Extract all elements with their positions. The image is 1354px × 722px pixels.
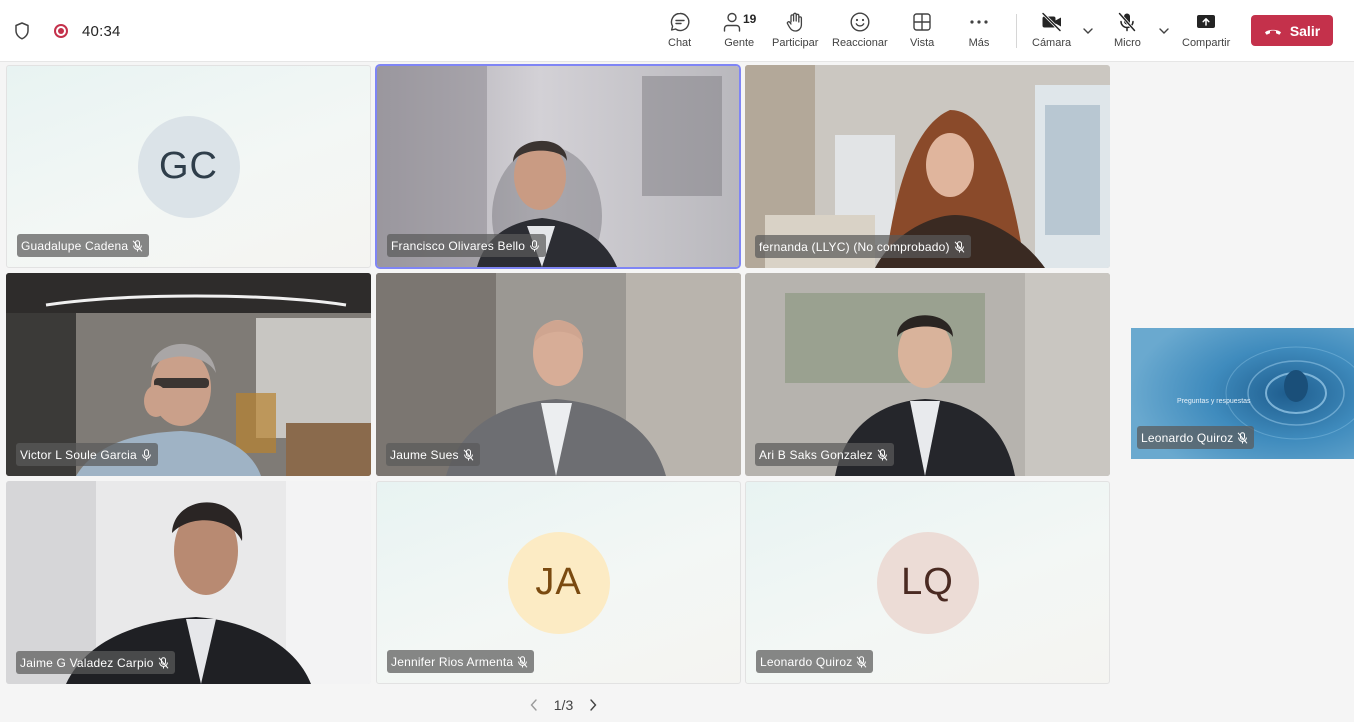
- muted-mic-icon: [463, 448, 474, 461]
- participant-name-tag: fernanda (LLYC) (No comprobado): [755, 235, 971, 258]
- participant-name-tag: Jennifer Rios Armenta: [387, 650, 535, 673]
- muted-mic-icon: [1238, 431, 1248, 444]
- participant-tile-jaime-g-valadez-carpio[interactable]: Jaime G Valadez Carpio: [6, 481, 371, 684]
- mic-off-icon: [1116, 10, 1138, 34]
- avatar: GC: [137, 115, 240, 218]
- page-indicator: 1/3: [553, 697, 574, 713]
- slide-title: Preguntas y respuestas: [1177, 398, 1251, 405]
- camera-options-chevron-icon[interactable]: [1082, 24, 1094, 42]
- participant-name-tag: Ari B Saks Gonzalez: [755, 443, 894, 466]
- participant-name-tag: Victor L Soule Garcia: [16, 443, 158, 466]
- participant-tile-ari-b-saks-gonzalez[interactable]: Ari B Saks Gonzalez: [745, 273, 1110, 476]
- participant-tile-jaume-sues[interactable]: Jaume Sues: [376, 273, 741, 476]
- hang-up-icon: [1264, 29, 1281, 35]
- presenter-name-tag: Leonardo Quiroz: [1137, 426, 1255, 449]
- shared-content-stage[interactable]: Preguntas y respuestas Leonardo Quiroz: [1131, 328, 1354, 459]
- next-page-chevron-icon[interactable]: [581, 693, 605, 717]
- gallery-pager: 1/3: [0, 688, 1127, 722]
- people-button[interactable]: 19 Gente: [722, 10, 756, 49]
- muted-mic-icon: [857, 655, 867, 668]
- participant-name-tag: Francisco Olivares Bello: [387, 234, 547, 257]
- muted-mic-icon: [517, 655, 528, 668]
- participant-name-tag: Jaime G Valadez Carpio: [16, 651, 175, 674]
- chat-button[interactable]: Chat: [668, 10, 691, 49]
- previous-page-chevron-icon[interactable]: [522, 693, 546, 717]
- camera-off-icon: [1040, 10, 1064, 34]
- more-icon: [968, 10, 990, 34]
- muted-mic-icon: [158, 656, 168, 669]
- leave-button[interactable]: Salir: [1251, 15, 1333, 46]
- view-button[interactable]: Vista: [910, 10, 934, 49]
- meeting-status: 40:34: [12, 0, 121, 62]
- participant-tile-jennifer-rios-armenta[interactable]: JA Jennifer Rios Armenta: [376, 481, 741, 684]
- participant-tile-leonardo-quiroz[interactable]: LQ Leonardo Quiroz: [745, 481, 1110, 684]
- share-button[interactable]: Compartir: [1182, 10, 1230, 49]
- react-button[interactable]: Reaccionar: [832, 10, 888, 49]
- participant-name-tag: Guadalupe Cadena: [17, 234, 150, 257]
- shield-icon[interactable]: [12, 21, 32, 41]
- share-screen-icon: [1195, 10, 1217, 34]
- recording-icon: [54, 24, 68, 38]
- avatar: JA: [507, 531, 610, 634]
- meeting-timer: 40:34: [82, 22, 121, 40]
- mic-button[interactable]: Micro: [1114, 10, 1141, 49]
- participant-tile-francisco-olivares-bello[interactable]: Francisco Olivares Bello: [377, 66, 739, 267]
- avatar: LQ: [876, 531, 979, 634]
- muted-mic-icon: [954, 240, 965, 253]
- hand-icon: [784, 10, 806, 34]
- raise-hand-button[interactable]: Participar: [772, 10, 818, 49]
- more-button[interactable]: Más: [968, 10, 990, 49]
- participant-tile-guadalupe-cadena[interactable]: GC Guadalupe Cadena: [6, 65, 371, 268]
- participant-name-tag: Jaume Sues: [386, 443, 480, 466]
- smiley-icon: [849, 10, 871, 34]
- toolbar-divider: [1016, 14, 1017, 48]
- meeting-toolbar: 40:34 Chat 19 Gente Participar Reacciona…: [0, 0, 1354, 62]
- participant-count: 19: [743, 12, 757, 26]
- mic-options-chevron-icon[interactable]: [1158, 24, 1170, 42]
- chat-icon: [669, 10, 691, 34]
- muted-mic-icon: [132, 239, 143, 252]
- grid-view-icon: [911, 10, 933, 34]
- mic-icon: [530, 239, 540, 251]
- muted-mic-icon: [877, 448, 888, 461]
- participant-name-tag: Leonardo Quiroz: [756, 650, 874, 673]
- people-icon: [722, 11, 742, 33]
- camera-button[interactable]: Cámara: [1032, 10, 1071, 49]
- teams-meeting-window: 40:34 Chat 19 Gente Participar Reacciona…: [0, 0, 1354, 722]
- participant-tile-victor-l-soule-garcia[interactable]: Victor L Soule Garcia: [6, 273, 371, 476]
- participant-tile-fernanda[interactable]: fernanda (LLYC) (No comprobado): [745, 65, 1110, 268]
- mic-icon: [142, 448, 151, 460]
